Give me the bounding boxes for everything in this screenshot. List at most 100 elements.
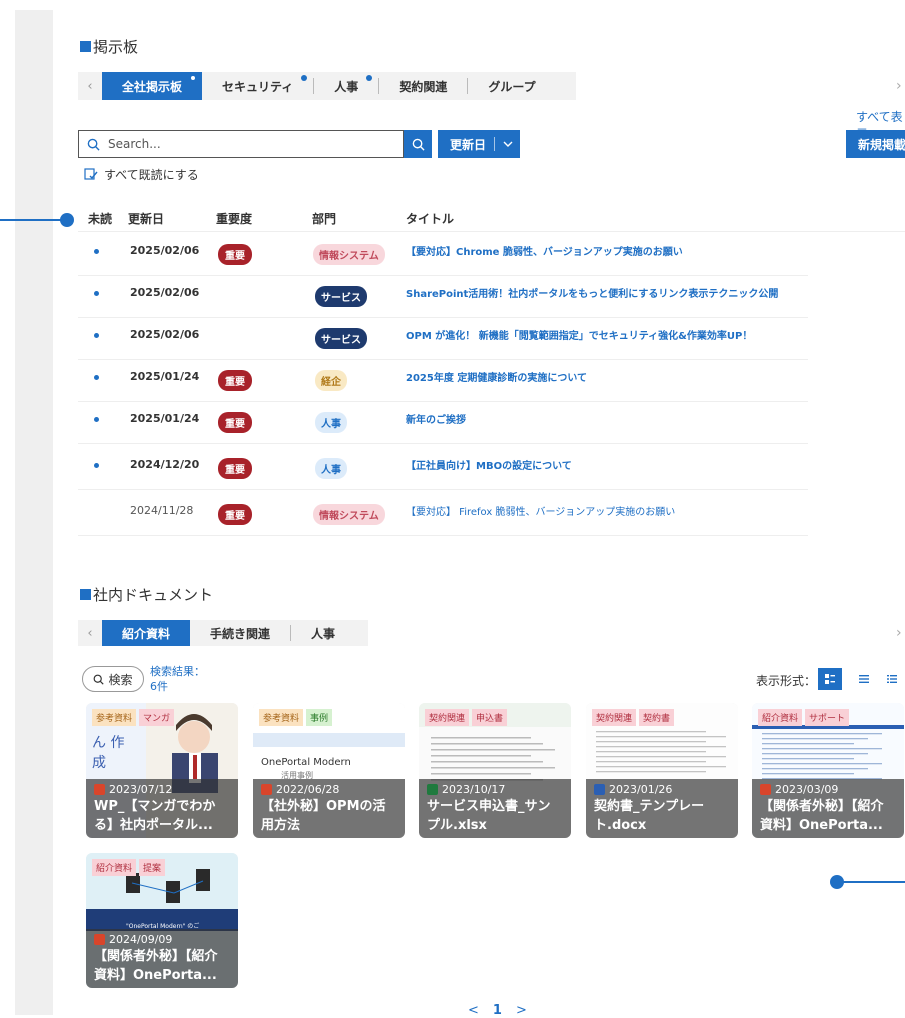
tab-contracts[interactable]: 契約関連 <box>379 72 467 100</box>
compact-view-button[interactable] <box>880 668 904 690</box>
card-date: 2023/10/17 <box>442 783 506 796</box>
row-date: 2024/11/28 <box>130 504 194 517</box>
list-view-button[interactable] <box>852 668 876 690</box>
tab-scroll-left-icon[interactable]: ‹ <box>78 626 102 641</box>
table-row[interactable]: 2025/02/06 サービス SharePoint活用術！社内ポータルをもっと便利… <box>78 276 808 318</box>
row-date: 2025/01/24 <box>130 370 200 383</box>
tab-security[interactable]: セキュリティ <box>202 72 313 100</box>
sort-separator <box>494 137 496 151</box>
tab-label: 手続き関連 <box>210 626 271 641</box>
card-caption: 2023/01/26 契約書_テンプレート.docx <box>586 779 738 838</box>
card-title: 契約書_テンプレート.docx <box>594 799 705 833</box>
search-icon <box>412 138 425 151</box>
row-title-link[interactable]: SharePoint活用術！社内ポータルをもっと便利にするリンク表示テクニック公… <box>406 285 778 300</box>
grid-view-button[interactable] <box>818 668 842 690</box>
new-post-button[interactable]: 新規掲載 <box>846 130 905 158</box>
row-title-link[interactable]: OPM が進化！ 新機能「閲覧範囲指定」でセキュリティ強化&作業効率UP！ <box>406 327 752 342</box>
tab-group[interactable]: グループ <box>468 72 555 100</box>
mark-all-read-button[interactable]: すべて既読にする <box>84 166 199 183</box>
importance-badge: 重要 <box>218 458 252 479</box>
table-row[interactable]: 2025/01/24 重要 人事 新年のご挨拶 <box>78 402 808 444</box>
card-title: 【関係者外秘】【紹介資料】OnePorta... <box>760 799 884 833</box>
svg-text:ん 作: ん 作 <box>92 735 124 751</box>
department-badge: サービス <box>315 328 367 349</box>
pdf-file-icon <box>760 784 771 795</box>
card-title: サービス申込書_サンプル.xlsx <box>427 799 551 833</box>
top-strip <box>0 0 905 10</box>
category-tag: 事例 <box>306 709 333 726</box>
tab-all-company[interactable]: 全社掲示板 <box>102 72 203 100</box>
table-row[interactable]: 2024/11/28 重要 情報システム 【要対応】 Firefox 脆弱性、バージョ… <box>78 494 808 536</box>
tab-label: 契約関連 <box>399 79 448 94</box>
current-page[interactable]: 1 <box>493 1003 502 1018</box>
card-date-row: 2023/10/17 <box>427 783 563 796</box>
callout-dot-left <box>60 213 74 227</box>
tab-hr[interactable]: 人事 <box>314 72 378 100</box>
search-button[interactable] <box>404 130 432 158</box>
tab-procedures[interactable]: 手続き関連 <box>190 620 290 646</box>
tab-label: 人事 <box>334 79 359 94</box>
row-date: 2025/02/06 <box>130 286 200 299</box>
next-page-button[interactable]: > <box>516 1003 527 1018</box>
tab-label: グループ <box>488 79 536 94</box>
card-date-row: 2023/07/12 <box>94 783 230 796</box>
pdf-file-icon <box>261 784 272 795</box>
row-title-link[interactable]: 【要対応】Chrome 脆弱性、バージョンアップ実施のお願い <box>406 243 683 258</box>
unread-dot-icon <box>301 75 308 81</box>
table-row[interactable]: 2024/12/20 重要 人事 【正社員向け】MBOの設定について <box>78 448 808 490</box>
new-post-label: 新規掲載 <box>858 137 905 152</box>
col-title: タイトル <box>406 212 455 226</box>
unread-dot-icon <box>94 333 99 338</box>
result-label: 検索結果： <box>150 665 205 678</box>
importance-badge: 重要 <box>218 412 252 433</box>
document-card[interactable]: 契約関連 申込書 2023/10/17 サービス申込書_サンプル.xlsx <box>419 703 571 838</box>
bulletin-title-text: 掲示板 <box>93 38 139 56</box>
tab-hr-docs[interactable]: 人事 <box>291 620 355 646</box>
document-card[interactable]: 契約関連 契約書 2023/01/26 契約書_テンプレート.docx <box>586 703 738 838</box>
row-date: 2024/12/20 <box>130 458 200 471</box>
document-card[interactable]: "OnePortal Modern" のご 紹介資料 提案 2024/09/09 【関係… <box>86 853 238 988</box>
table-row[interactable]: 2025/01/24 重要 経企 2025年度 定期健康診断の実施について <box>78 360 808 402</box>
documents-title-text: 社内ドキュメント <box>93 586 214 604</box>
unread-dot-icon <box>190 75 197 81</box>
card-date: 2023/03/09 <box>775 783 839 796</box>
doc-tab-scroll-right-icon[interactable]: › <box>896 625 902 641</box>
row-date: 2025/02/06 <box>130 328 200 341</box>
row-title-link[interactable]: 【要対応】 Firefox 脆弱性、バージョンアップ実施のお願い <box>406 503 675 518</box>
table-row[interactable]: 2025/02/06 重要 情報システム 【要対応】Chrome 脆弱性、バージョンア… <box>78 234 808 276</box>
category-tag: 提案 <box>139 859 166 876</box>
row-title-link[interactable]: 新年のご挨拶 <box>406 411 466 426</box>
unread-dot-icon <box>94 375 99 380</box>
tab-intro-materials[interactable]: 紹介資料 <box>102 620 191 646</box>
card-date: 2022/06/28 <box>276 783 340 796</box>
list-icon <box>859 675 869 683</box>
row-title-link[interactable]: 2025年度 定期健康診断の実施について <box>406 369 587 384</box>
col-updated[interactable]: 更新日 <box>128 210 164 227</box>
document-card[interactable]: OnePortal Modern 活用事例 参考資料 事例 2022/06/28 【社外秘… <box>253 703 405 838</box>
callout-line-left <box>0 219 66 221</box>
callout-dot-right <box>830 875 844 889</box>
search-input[interactable]: Search... <box>78 130 404 158</box>
chevron-down-icon <box>503 141 513 147</box>
mark-all-read-label: すべて既読にする <box>104 168 199 182</box>
title-square-icon <box>80 41 91 52</box>
card-date: 2024/09/09 <box>109 933 173 946</box>
tab-scroll-left-icon[interactable]: ‹ <box>78 79 102 94</box>
document-card[interactable]: ん 作成 参考資料 マンガ 2023/07/12 WP_【マンガでわかる】社内ポータル.… <box>86 703 238 838</box>
check-document-icon <box>84 168 98 180</box>
tab-label: 全社掲示板 <box>122 79 183 94</box>
sort-dropdown[interactable]: 更新日 <box>438 130 520 158</box>
table-row[interactable]: 2025/02/06 サービス OPM が進化！ 新機能「閲覧範囲指定」でセキュリテ… <box>78 318 808 360</box>
card-title: 【関係者外秘】【紹介資料】OnePorta... <box>94 949 218 983</box>
card-title: 【社外秘】OPMの活用方法_20220628.... <box>261 799 386 838</box>
tab-scroll-right-icon[interactable]: › <box>896 78 902 94</box>
category-tag: 契約関連 <box>592 709 637 726</box>
tag-list: 契約関連 申込書 <box>425 709 508 726</box>
row-title-link[interactable]: 【正社員向け】MBOの設定について <box>406 457 572 472</box>
row-date: 2025/02/06 <box>130 244 200 257</box>
document-card[interactable]: 紹介資料 サポート 2023/03/09 【関係者外秘】【紹介資料】OnePorta.… <box>752 703 904 838</box>
document-search-button[interactable]: 検索 <box>82 666 144 692</box>
unread-dot-icon <box>366 75 373 81</box>
col-importance: 重要度 <box>216 212 253 226</box>
prev-page-button[interactable]: < <box>468 1003 479 1018</box>
